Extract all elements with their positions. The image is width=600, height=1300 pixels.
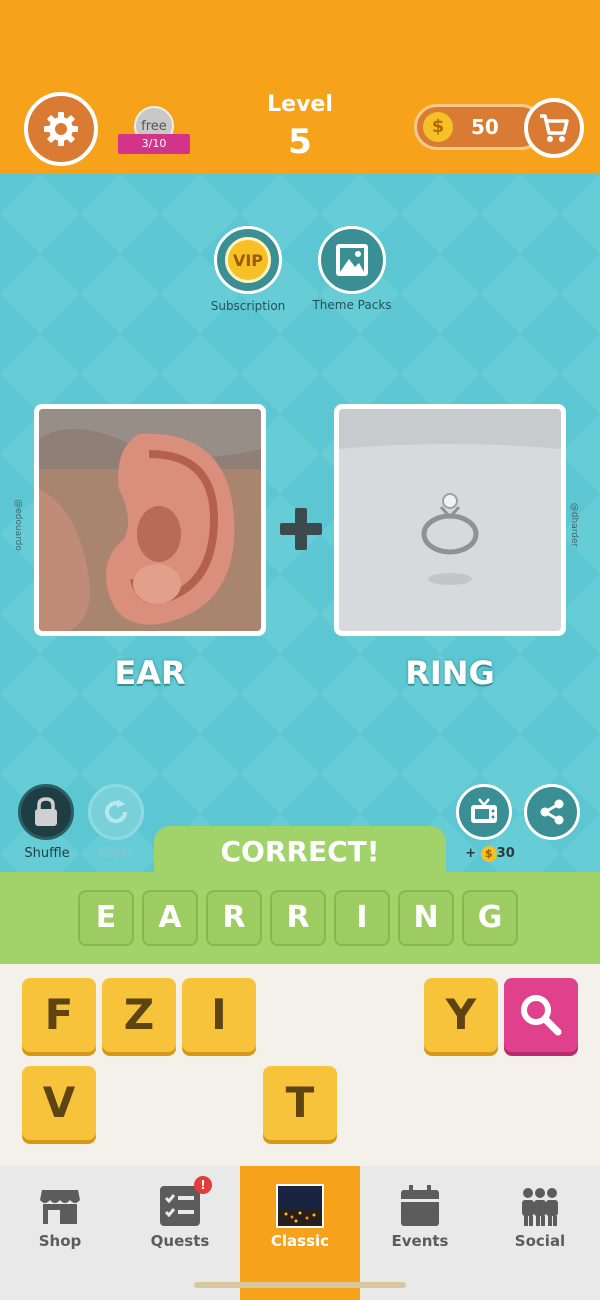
- free-label: free: [141, 119, 167, 134]
- right-photo-credit: @dharder: [569, 502, 580, 548]
- free-ribbon: 3/10: [118, 134, 190, 154]
- nav-label-classic: Classic: [270, 1232, 330, 1250]
- bottom-nav: Shop Quests Classic Events Social: [0, 1166, 600, 1300]
- ear-image: [39, 409, 261, 631]
- share-button[interactable]: [524, 784, 580, 840]
- answer-slot[interactable]: R: [206, 890, 262, 946]
- letter-tile[interactable]: T: [263, 1066, 337, 1140]
- right-clue-photo: [334, 404, 566, 636]
- theme-packs-label: Theme Packs: [312, 298, 392, 312]
- magnifier-icon: [521, 995, 562, 1036]
- nav-label-social: Social: [514, 1232, 566, 1250]
- vip-label: VIP: [232, 250, 264, 270]
- letter-tile[interactable]: Y: [424, 978, 498, 1052]
- coin-icon-small: $: [480, 846, 497, 862]
- plus-icon-small: +: [465, 846, 477, 861]
- subscription-label: Subscription: [210, 299, 286, 313]
- left-clue-photo: [34, 404, 266, 636]
- plus-icon: [280, 508, 322, 550]
- answer-slot[interactable]: R: [270, 890, 326, 946]
- answer-slot[interactable]: I: [334, 890, 390, 946]
- people-icon: [522, 1188, 558, 1226]
- shop-icon: [40, 1190, 80, 1224]
- left-word-label: EAR: [114, 654, 186, 692]
- answer-slot[interactable]: G: [462, 890, 518, 946]
- answer-slot[interactable]: N: [398, 890, 454, 946]
- clear-button[interactable]: [88, 784, 144, 840]
- theme-packs-button[interactable]: [318, 226, 386, 294]
- watch-ad-button[interactable]: [456, 784, 512, 840]
- coin-count: 50: [471, 115, 499, 139]
- cart-icon: [540, 114, 569, 142]
- image-icon: [336, 244, 368, 276]
- share-icon: [540, 799, 564, 825]
- ad-reward: + $30: [455, 846, 525, 862]
- shuffle-label: Shuffle: [24, 846, 70, 861]
- letter-tile[interactable]: Z: [102, 978, 176, 1052]
- refresh-icon: [105, 799, 128, 824]
- clear-label: Clear: [99, 846, 133, 861]
- top-bar: free 3/10 Level 5 $ 50: [0, 0, 600, 174]
- free-hints-badge[interactable]: free 3/10: [118, 106, 190, 158]
- free-count: 3/10: [141, 137, 167, 150]
- nav-classic[interactable]: Classic: [240, 1166, 360, 1300]
- letter-tile[interactable]: F: [22, 978, 96, 1052]
- shuffle-button[interactable]: [18, 784, 74, 840]
- subscription-button[interactable]: VIP: [214, 226, 282, 294]
- nav-shop[interactable]: Shop: [0, 1166, 120, 1300]
- letter-pool: F Z I Y V T: [0, 964, 600, 1166]
- left-photo-credit: @edouardo: [12, 499, 23, 551]
- nav-events[interactable]: Events: [360, 1166, 480, 1300]
- home-indicator: [194, 1282, 406, 1288]
- right-word-label: RING: [405, 654, 495, 692]
- coin-icon: $: [423, 112, 453, 142]
- nav-label-events: Events: [391, 1232, 449, 1250]
- lock-icon: [35, 797, 57, 826]
- nav-label-quests: Quests: [150, 1232, 210, 1250]
- nav-social[interactable]: Social: [480, 1166, 600, 1300]
- gear-icon: [44, 112, 78, 146]
- hint-button[interactable]: [504, 978, 578, 1052]
- calendar-icon: [401, 1185, 439, 1226]
- puzzle-area: VIP Subscription Theme Packs @edouardo @…: [0, 174, 600, 874]
- quests-notification-badge: !: [194, 1176, 212, 1194]
- nav-quests[interactable]: Quests: [120, 1166, 240, 1300]
- correct-banner: CORRECT!: [154, 826, 446, 878]
- answer-slot[interactable]: A: [142, 890, 198, 946]
- nav-label-shop: Shop: [38, 1232, 82, 1250]
- vip-crown-icon: VIP: [225, 237, 271, 283]
- settings-button[interactable]: [24, 92, 98, 166]
- tv-icon: [471, 798, 497, 823]
- level-label: Level: [267, 92, 333, 117]
- shop-cart-button[interactable]: [524, 98, 584, 158]
- ring-image: [339, 409, 561, 631]
- level-number: 5: [288, 122, 312, 162]
- letter-tile[interactable]: I: [182, 978, 256, 1052]
- app: free 3/10 Level 5 $ 50 VIP Subscription …: [0, 0, 600, 1300]
- classic-icon: [276, 1184, 324, 1228]
- ad-reward-amount: 30: [496, 846, 515, 861]
- answer-row: E A R R I N G: [0, 872, 600, 964]
- letter-tile[interactable]: V: [22, 1066, 96, 1140]
- answer-slot[interactable]: E: [78, 890, 134, 946]
